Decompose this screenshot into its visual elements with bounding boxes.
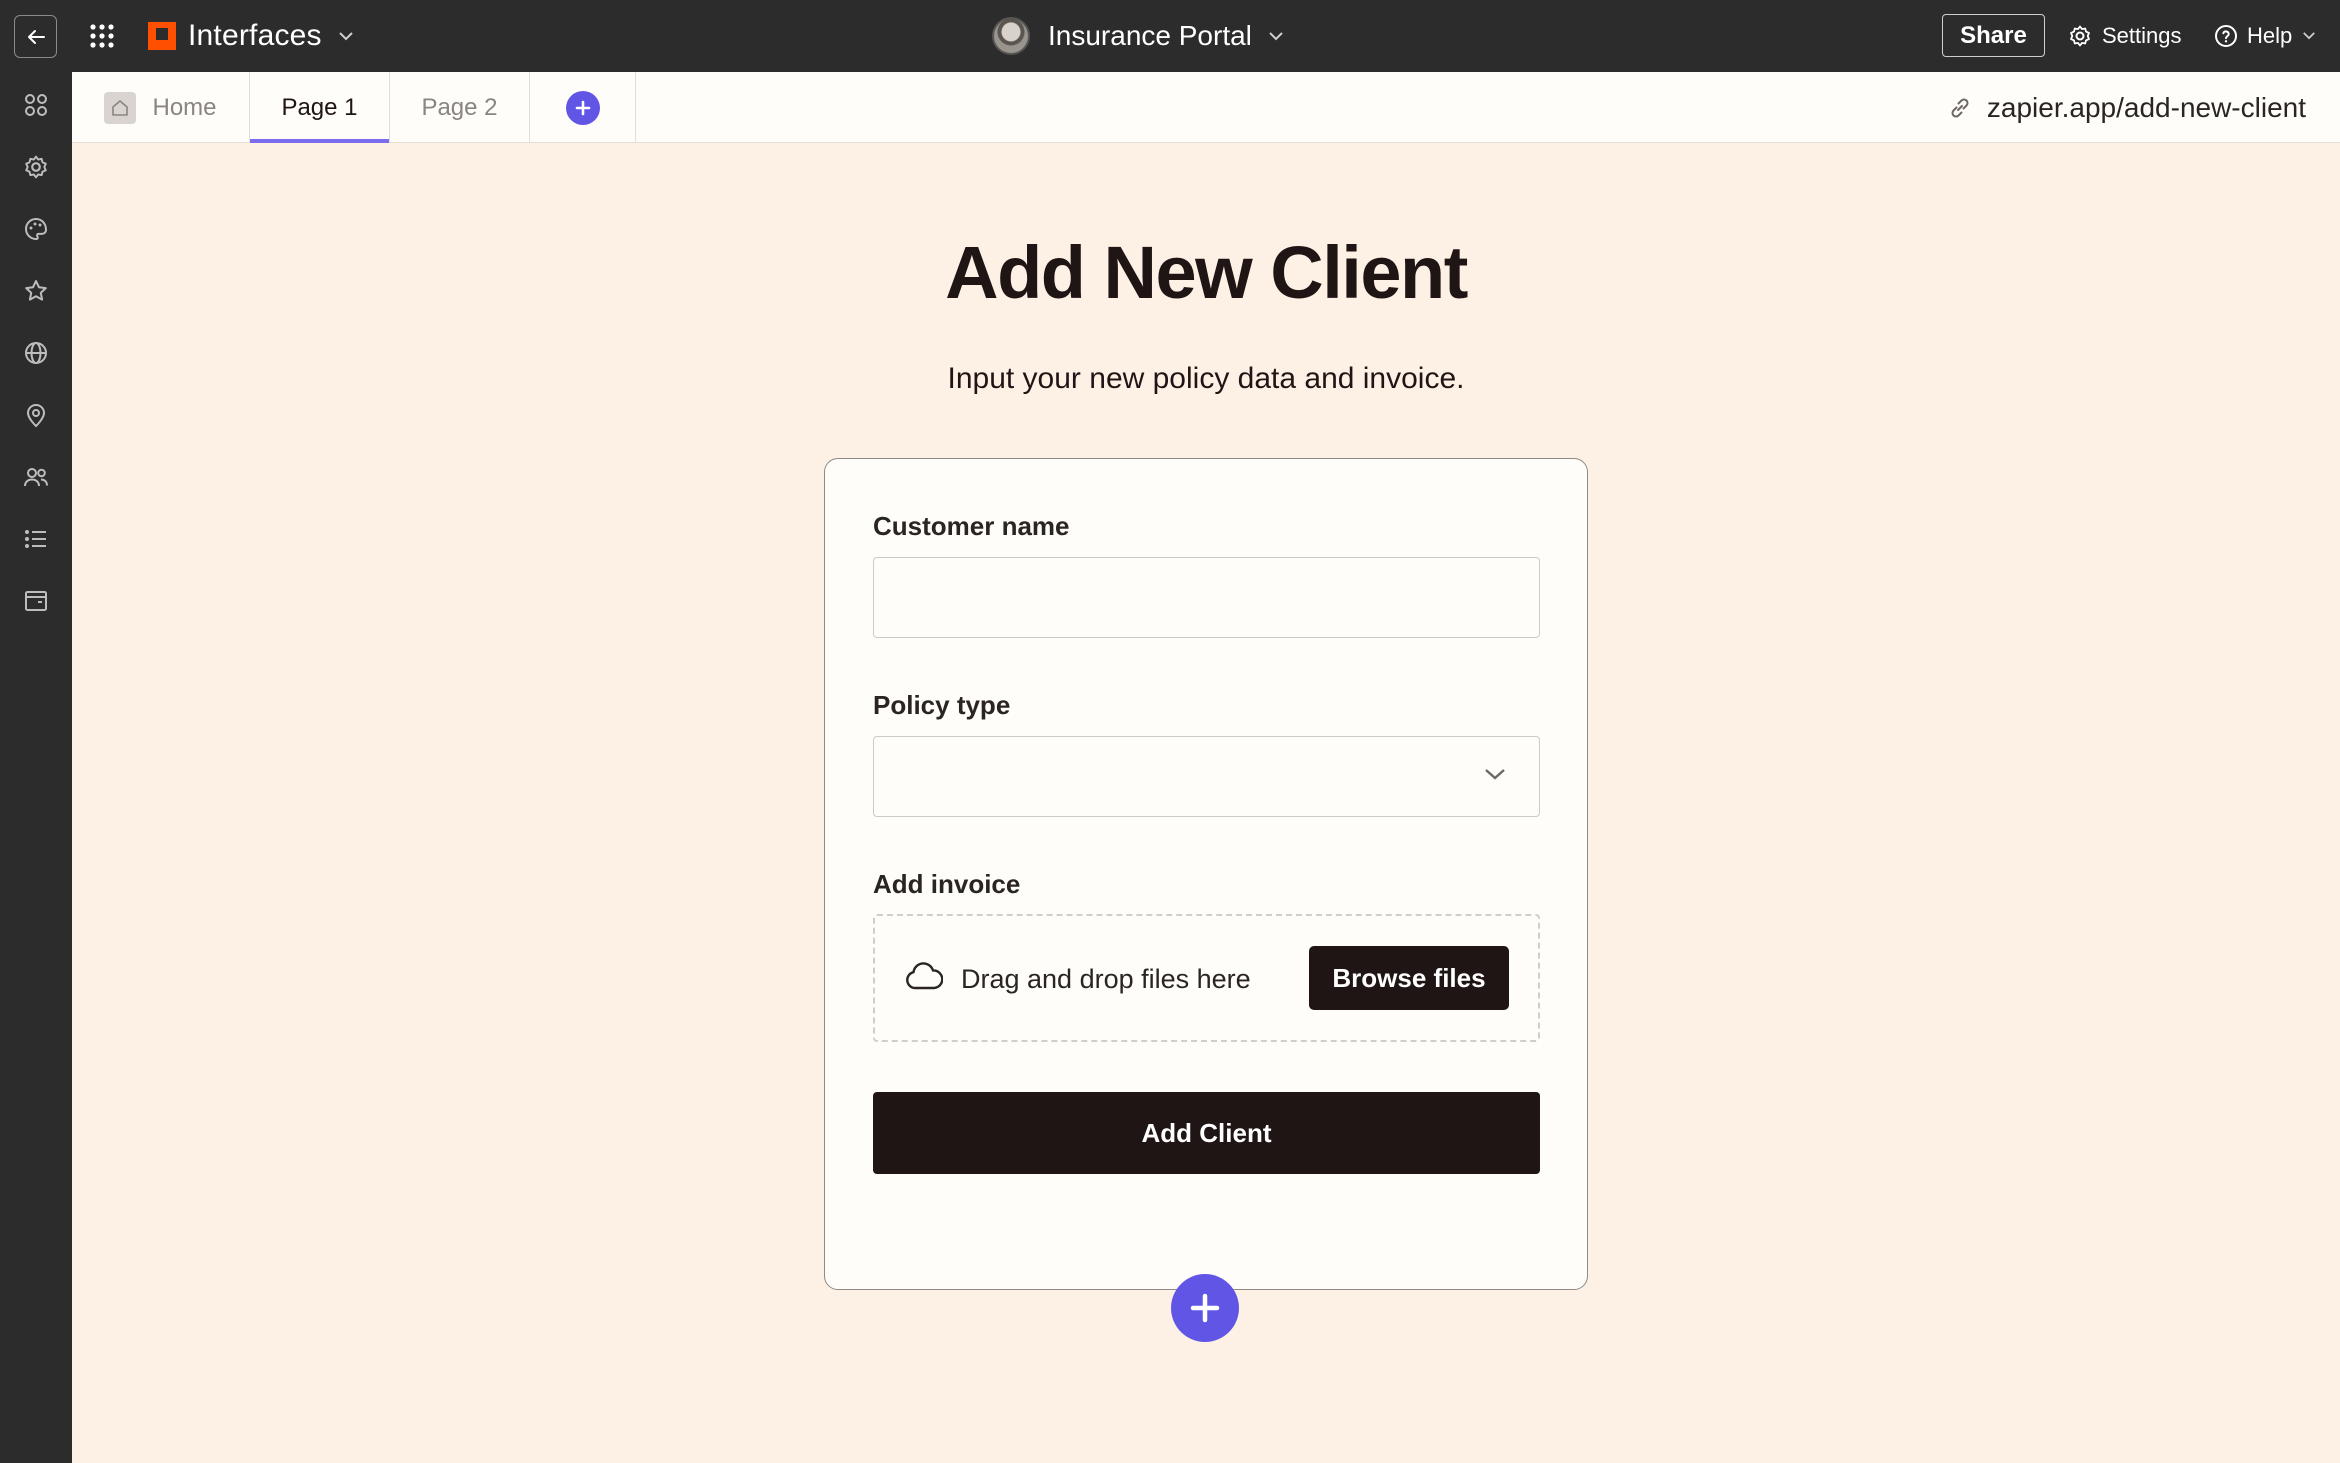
project-switcher[interactable]: Insurance Portal [992, 14, 1284, 58]
tab-page-1-label: Page 1 [281, 93, 358, 121]
main-canvas: Home Page 1 Page 2 zapier.app/add-new-cl… [72, 72, 2340, 1463]
settings-label: Settings [2102, 22, 2182, 48]
add-invoice-label: Add invoice [873, 869, 1021, 899]
page-url[interactable]: zapier.app/add-new-client [1947, 72, 2306, 143]
settings-button[interactable]: Settings [2068, 14, 2182, 57]
gear-icon [2070, 25, 2090, 46]
question-circle-icon [2215, 24, 2237, 47]
chevron-down-icon [1485, 769, 1505, 780]
globe-icon[interactable] [22, 339, 50, 367]
arrow-left-icon [27, 29, 45, 44]
chevron-down-icon [339, 32, 353, 41]
back-button[interactable] [14, 15, 57, 58]
link-icon [1951, 97, 1969, 118]
archive-icon[interactable] [22, 587, 50, 615]
app-switcher[interactable]: Interfaces [148, 14, 354, 58]
top-bar: Interfaces Insurance Portal Share Settin… [0, 0, 2340, 72]
list-icon[interactable] [22, 525, 50, 553]
client-form-card: Customer name Policy type Add invoice Dr… [824, 458, 1588, 1290]
tab-page-2-label: Page 2 [421, 93, 498, 121]
home-icon [104, 91, 137, 124]
gear-icon[interactable] [22, 153, 50, 181]
share-button[interactable]: Share [1942, 14, 2045, 57]
cloud-icon [906, 962, 943, 990]
customer-name-label: Customer name [873, 511, 1070, 541]
app-grid-icon[interactable] [88, 22, 116, 50]
plus-icon [565, 90, 600, 125]
tab-home[interactable]: Home [72, 72, 250, 143]
star-icon[interactable] [22, 277, 50, 305]
chevron-down-icon [2303, 32, 2316, 40]
page-url-text: zapier.app/add-new-client [1986, 91, 2306, 123]
policy-type-select[interactable] [873, 736, 1540, 817]
location-pin-icon[interactable] [22, 401, 50, 429]
page-subtitle: Input your new policy data and invoice. [947, 362, 1465, 395]
app-name: Interfaces [188, 19, 322, 52]
help-button[interactable]: Help [2214, 14, 2325, 57]
dropzone-text: Drag and drop files here [961, 964, 1251, 994]
customer-name-input[interactable] [873, 557, 1540, 638]
tab-home-label: Home [152, 93, 217, 121]
help-label: Help [2247, 22, 2293, 48]
components-icon[interactable] [22, 91, 50, 119]
policy-type-label: Policy type [873, 690, 1011, 720]
page-title: Add New Client [945, 231, 1468, 314]
page-tab-bar: Home Page 1 Page 2 zapier.app/add-new-cl… [72, 72, 2340, 143]
avatar [992, 17, 1030, 55]
project-name: Insurance Portal [1048, 20, 1252, 51]
file-dropzone[interactable]: Drag and drop files here Browse files [873, 914, 1540, 1042]
tab-page-2[interactable]: Page 2 [390, 72, 530, 143]
tab-page-1[interactable]: Page 1 [250, 72, 390, 143]
browse-files-button[interactable]: Browse files [1309, 946, 1509, 1010]
add-page-button[interactable] [530, 72, 636, 143]
add-component-button[interactable] [1171, 1274, 1239, 1342]
left-sidebar [0, 72, 72, 1463]
zapier-logo-icon [148, 22, 176, 50]
plus-icon [1190, 1293, 1220, 1323]
palette-icon[interactable] [22, 215, 50, 243]
chevron-down-icon [1269, 32, 1283, 41]
users-icon[interactable] [22, 463, 50, 491]
add-client-button[interactable]: Add Client [873, 1092, 1540, 1174]
